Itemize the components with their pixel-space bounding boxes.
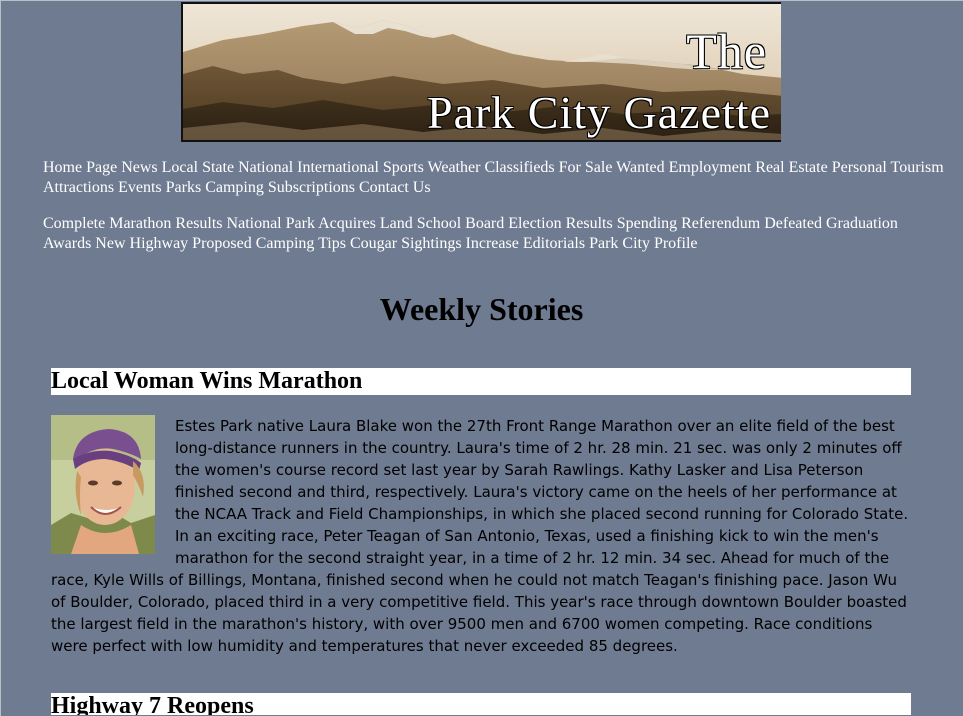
page-title: Weekly Stories — [379, 291, 584, 327]
story-link-complete-marathon-results[interactable]: Complete Marathon Results — [43, 215, 223, 232]
story-link-national-park-acquires-land[interactable]: National Park Acquires Land — [227, 215, 413, 232]
story-link-spending-referendum-defeated[interactable]: Spending Referendum Defeated — [617, 215, 822, 232]
nav-link-news[interactable]: News — [121, 159, 157, 176]
nav-link-real-estate[interactable]: Real Estate — [755, 159, 827, 176]
nav-link-state[interactable]: State — [202, 159, 234, 176]
nav-link-for-sale[interactable]: For Sale — [559, 159, 613, 176]
masthead-title: Park City Gazette — [426, 87, 771, 138]
nav-link-home-page[interactable]: Home Page — [43, 159, 117, 176]
story-article: Estes Park native Laura Blake won the 27… — [51, 415, 911, 657]
nav-link-sports[interactable]: Sports — [383, 159, 424, 176]
story-link-new-highway-proposed[interactable]: New Highway Proposed — [95, 235, 251, 252]
story-headline-2: Highway 7 Reopens — [51, 693, 911, 715]
runner-photo — [51, 415, 155, 554]
story-body-text: Estes Park native Laura Blake won the 27… — [51, 417, 909, 655]
nav-link-classifieds[interactable]: Classifieds — [484, 159, 554, 176]
nav-link-local[interactable]: Local — [162, 159, 198, 176]
nav-link-international[interactable]: International — [297, 159, 379, 176]
nav-link-personal[interactable]: Personal — [832, 159, 887, 176]
nav-link-contact-us[interactable]: Contact Us — [359, 179, 431, 196]
story-link-park-city-profile[interactable]: Park City Profile — [589, 235, 697, 252]
story-link-cougar-sightings-increase[interactable]: Cougar Sightings Increase — [350, 235, 519, 252]
story-headline: Local Woman Wins Marathon — [51, 368, 911, 395]
masthead-the-text: The — [686, 23, 767, 79]
nav-link-weather[interactable]: Weather — [428, 159, 481, 176]
section-nav: Home Page News Local State National Inte… — [43, 158, 948, 198]
nav-link-employment[interactable]: Employment — [669, 159, 752, 176]
nav-link-camping[interactable]: Camping — [205, 179, 264, 196]
story-link-camping-tips[interactable]: Camping Tips — [256, 235, 346, 252]
masthead-banner: The Park City Gazette — [181, 2, 781, 142]
nav-link-events[interactable]: Events — [118, 179, 162, 196]
story-links-nav: Complete Marathon Results National Park … — [43, 214, 948, 254]
story-link-school-board-election-results[interactable]: School Board Election Results — [417, 215, 613, 232]
page: The Park City Gazette Home Page News Loc… — [1, 1, 962, 715]
nav-link-parks[interactable]: Parks — [166, 179, 202, 196]
story-link-editorials[interactable]: Editorials — [523, 235, 585, 252]
nav-link-tourism[interactable]: Tourism — [891, 159, 944, 176]
nav-link-attractions[interactable]: Attractions — [43, 179, 114, 196]
nav-link-subscriptions[interactable]: Subscriptions — [268, 179, 355, 196]
nav-link-national[interactable]: National — [238, 159, 293, 176]
nav-link-wanted[interactable]: Wanted — [616, 159, 664, 176]
